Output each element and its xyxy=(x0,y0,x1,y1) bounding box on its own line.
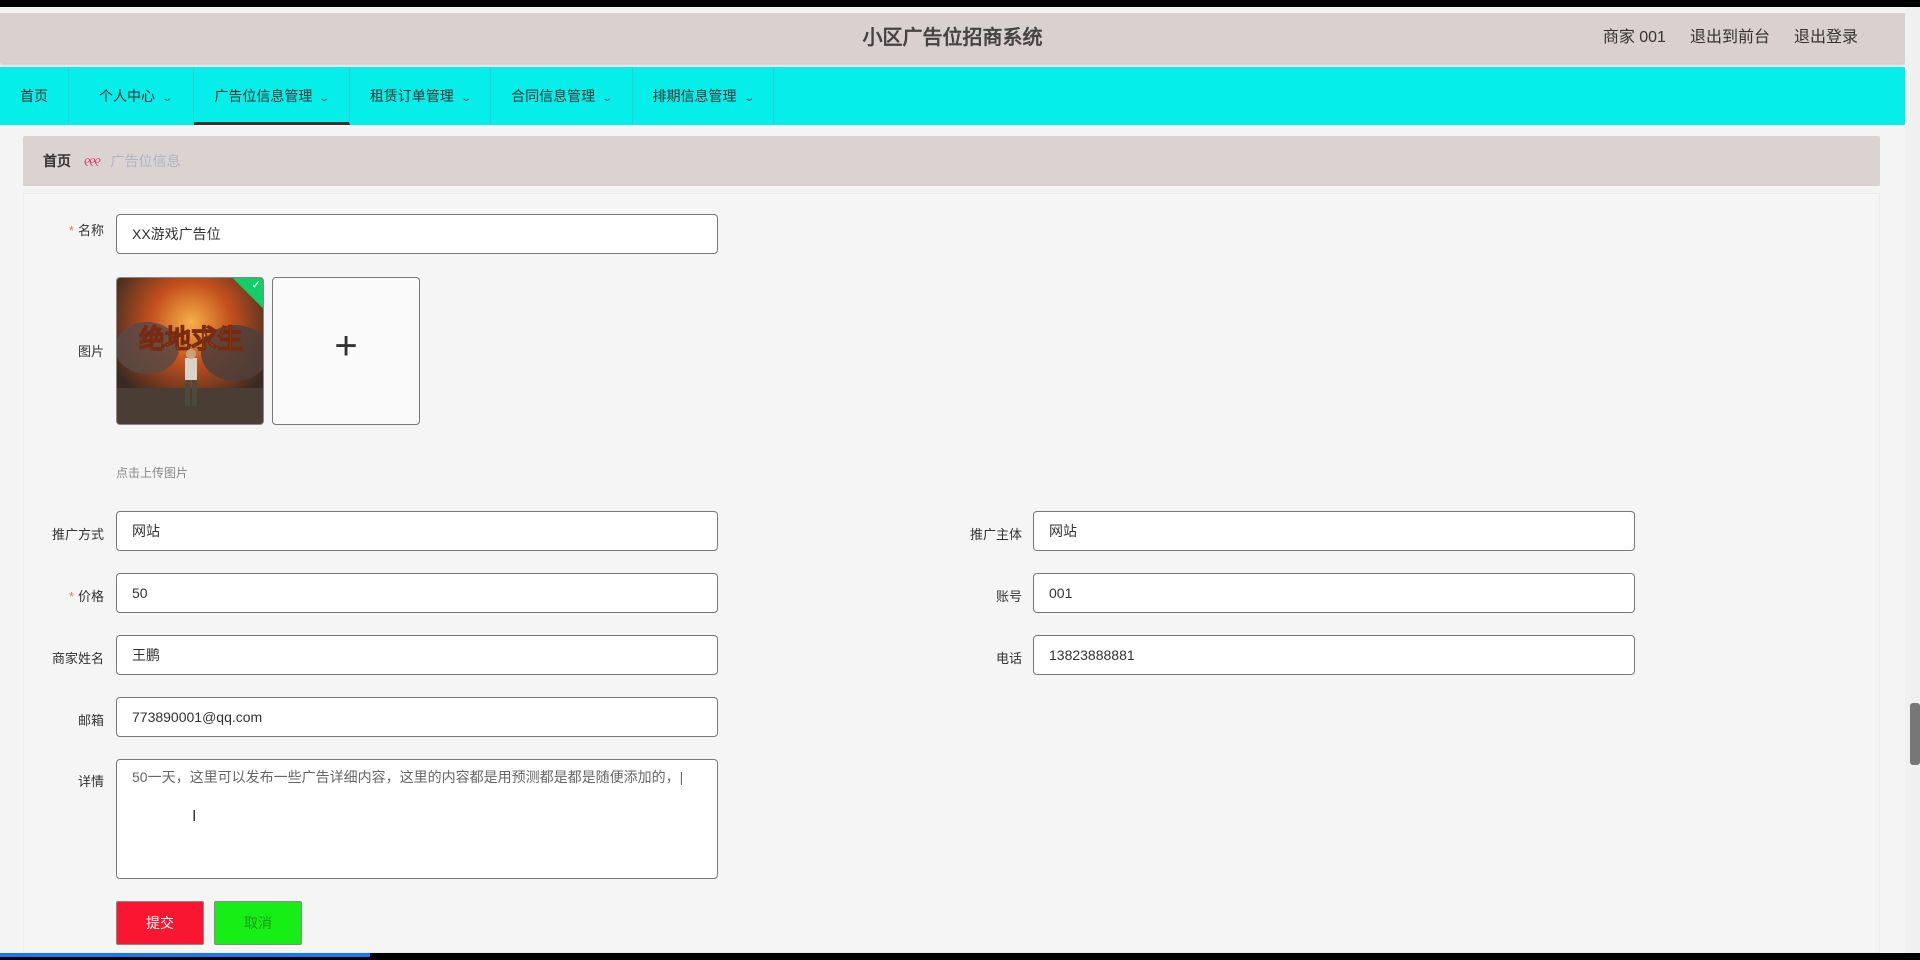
account-label: 账号 xyxy=(995,589,1022,604)
image-label: 图片 xyxy=(77,344,104,359)
submit-button[interactable]: 提交 xyxy=(116,901,204,945)
email-input[interactable]: 773890001@qq.com xyxy=(116,697,718,737)
name-label-text: 名称 xyxy=(77,223,104,238)
nav-item-label: 排期信息管理 xyxy=(652,88,737,104)
breadcrumb: 首页 ୧୧୧ 广告位信息 xyxy=(23,136,1880,186)
promotion-method-label: 推广方式 xyxy=(51,527,104,542)
promotion-subject-input[interactable]: 网站 xyxy=(1033,511,1635,551)
upload-hint: 点击上传图片 xyxy=(116,466,189,480)
cancel-button[interactable]: 取消 xyxy=(214,901,302,945)
name-label: * 名称 xyxy=(24,220,104,239)
nav-item-rental-order-management[interactable]: 租赁订单管理 ⌄ xyxy=(350,67,492,125)
chevron-down-icon: ⌄ xyxy=(161,93,174,104)
required-marker: * xyxy=(68,589,74,604)
header-actions: 商家 001 退出到前台 退出登录 xyxy=(1603,13,1858,63)
price-label: * 价格 xyxy=(24,586,104,605)
logout-link[interactable]: 退出登录 xyxy=(1794,13,1858,63)
app-window: 小区广告位招商系统 商家 001 退出到前台 退出登录 首页 个人中心 ⌄ 广告位… xyxy=(0,7,1905,953)
chevron-down-icon: ⌄ xyxy=(318,93,331,104)
breadcrumb-home[interactable]: 首页 xyxy=(43,153,71,169)
nav-item-home[interactable]: 首页 xyxy=(0,67,69,125)
phone-label: 电话 xyxy=(995,651,1022,666)
price-label-text: 价格 xyxy=(77,589,104,604)
name-input[interactable]: XX游戏广告位 xyxy=(116,214,718,254)
nav-item-schedule-management[interactable]: 排期信息管理 ⌄ xyxy=(633,67,774,125)
breadcrumb-current: 广告位信息 xyxy=(110,153,181,169)
main-nav: 首页 个人中心 ⌄ 广告位信息管理 ⌄ 租赁订单管理 ⌄ 合同信息管理 ⌄ 排期信息管理… xyxy=(0,67,1905,125)
text-cursor-icon: I xyxy=(192,808,197,825)
nav-item-label: 首页 xyxy=(20,88,48,104)
phone-input[interactable]: 13823888881 xyxy=(1033,635,1635,675)
nav-item-ad-space-management[interactable]: 广告位信息管理 ⌄ xyxy=(194,67,350,125)
chevron-down-icon: ⌄ xyxy=(601,93,614,104)
uploaded-image-thumbnail[interactable]: 绝地求生 ✓ xyxy=(116,277,264,425)
price-input[interactable]: 50 xyxy=(116,573,718,613)
merchant-name-input[interactable]: 王鹏 xyxy=(116,635,718,675)
check-icon: ✓ xyxy=(251,277,262,292)
top-header: 小区广告位招商系统 商家 001 退出到前台 退出登录 xyxy=(0,13,1905,63)
current-user: 商家 001 xyxy=(1602,29,1666,46)
game-poster-image: 绝地求生 xyxy=(117,278,263,424)
image-upload-button[interactable]: + xyxy=(272,277,420,425)
nav-item-label: 个人中心 xyxy=(99,88,155,104)
nav-item-personal-center[interactable]: 个人中心 ⌄ xyxy=(69,67,195,125)
merchant-name-label: 商家姓名 xyxy=(51,651,104,666)
chevron-down-icon: ⌄ xyxy=(742,93,755,104)
form-panel: * 名称 XX游戏广告位 图片 绝地求生 ✓ + 点击上传图片 推广方式 网站 … xyxy=(23,193,1880,953)
detail-label: 详情 xyxy=(77,774,104,789)
plus-icon: + xyxy=(334,324,358,368)
nav-item-label: 广告位信息管理 xyxy=(214,88,313,104)
required-marker: * xyxy=(68,223,74,238)
back-to-front-link[interactable]: 退出到前台 xyxy=(1690,13,1770,63)
nav-item-contract-management[interactable]: 合同信息管理 ⌄ xyxy=(491,67,633,125)
scrollbar-thumb[interactable] xyxy=(1910,703,1920,765)
detail-textarea[interactable]: 50一天，这里可以发布一些广告详细内容，这里的内容都是用预测都是都是随便添加的，… xyxy=(116,759,718,879)
nav-item-label: 合同信息管理 xyxy=(511,88,596,104)
nav-item-label: 租赁订单管理 xyxy=(369,88,454,104)
page-load-progress-bar xyxy=(0,953,370,957)
chevron-down-icon: ⌄ xyxy=(460,93,472,104)
breadcrumb-separator: ୧୧୧ xyxy=(82,155,100,169)
promotion-method-input[interactable]: 网站 xyxy=(116,511,718,551)
account-input[interactable]: 001 xyxy=(1033,573,1635,613)
vertical-scrollbar[interactable] xyxy=(1905,7,1920,953)
email-label: 邮箱 xyxy=(77,713,104,728)
promotion-subject-label: 推广主体 xyxy=(969,527,1022,542)
